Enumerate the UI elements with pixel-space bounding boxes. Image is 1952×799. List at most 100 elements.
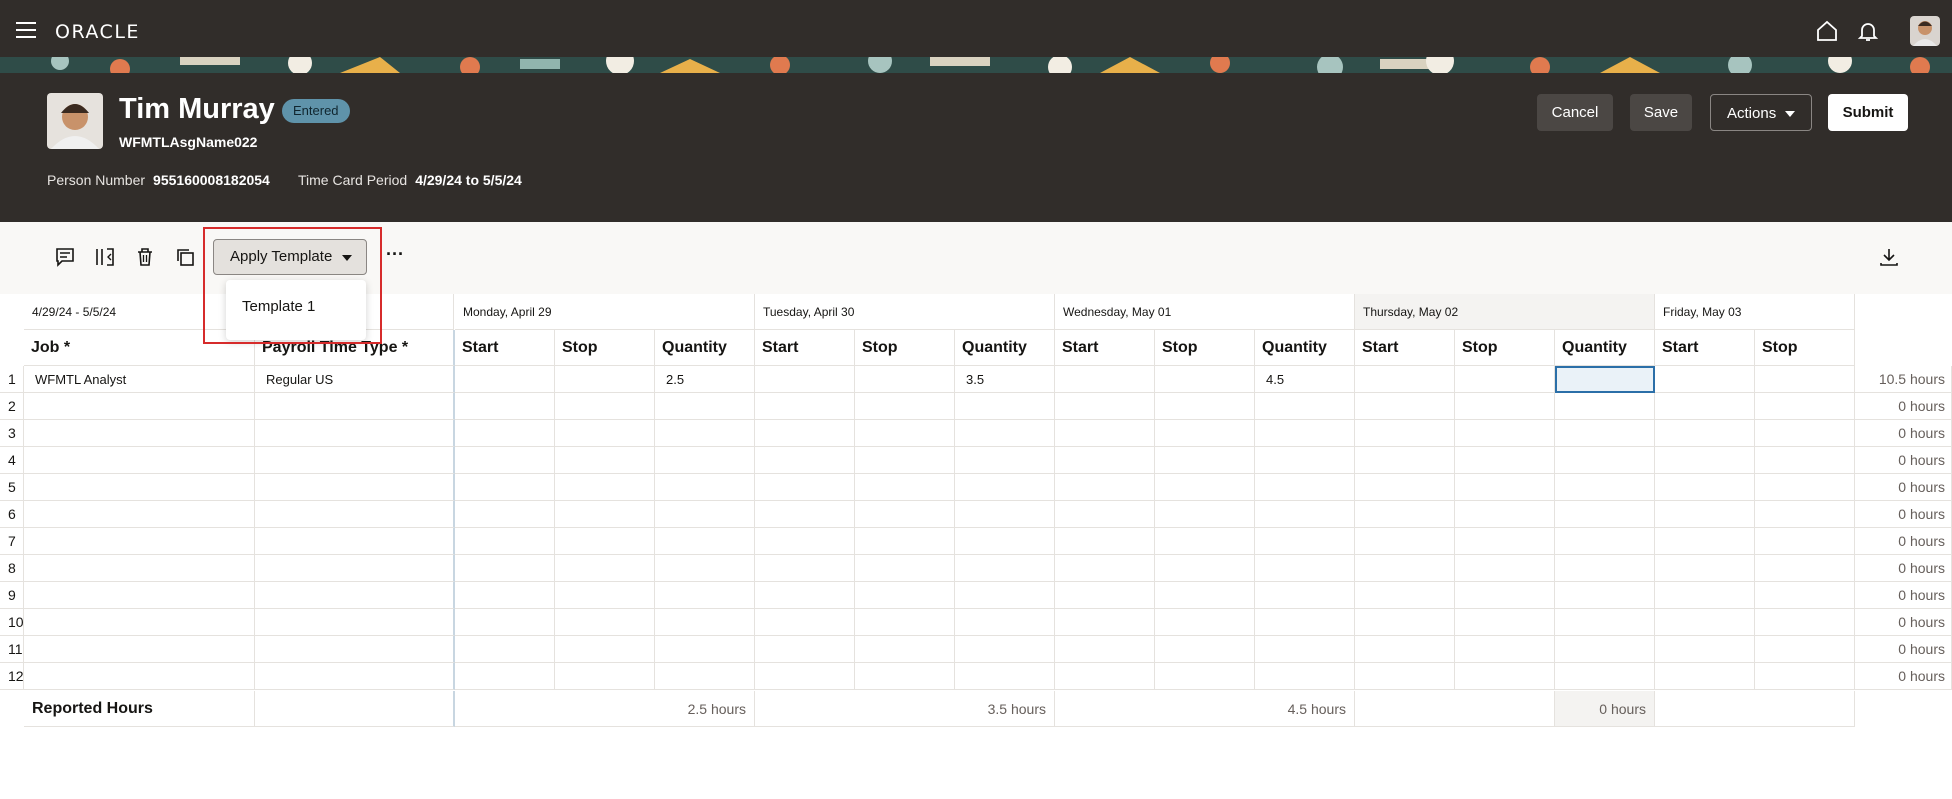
payroll-time-type-cell[interactable]	[255, 501, 455, 528]
job-cell[interactable]	[24, 609, 255, 636]
time-entry-cell[interactable]	[1755, 609, 1855, 636]
time-entry-cell[interactable]	[1055, 528, 1155, 555]
job-cell[interactable]	[24, 474, 255, 501]
time-entry-cell[interactable]	[1455, 663, 1555, 690]
quantity-cell[interactable]	[655, 501, 755, 528]
time-entry-cell[interactable]	[855, 420, 955, 447]
time-entry-cell[interactable]	[455, 609, 555, 636]
time-entry-cell[interactable]	[555, 555, 655, 582]
job-cell[interactable]	[24, 582, 255, 609]
time-entry-cell[interactable]	[755, 663, 855, 690]
quantity-cell[interactable]	[655, 528, 755, 555]
quantity-cell[interactable]	[655, 555, 755, 582]
quantity-cell[interactable]	[655, 609, 755, 636]
time-entry-cell[interactable]	[455, 474, 555, 501]
quantity-cell[interactable]	[655, 636, 755, 663]
more-options-icon[interactable]: ···	[383, 245, 407, 268]
time-entry-cell[interactable]	[555, 501, 655, 528]
quantity-cell[interactable]	[955, 474, 1055, 501]
time-entry-cell[interactable]	[555, 663, 655, 690]
time-entry-cell[interactable]	[1155, 474, 1255, 501]
time-entry-cell[interactable]	[555, 636, 655, 663]
quantity-cell[interactable]	[1555, 636, 1655, 663]
payroll-time-type-cell[interactable]	[255, 582, 455, 609]
time-entry-cell[interactable]	[1655, 366, 1755, 393]
time-entry-cell[interactable]	[1455, 366, 1555, 393]
time-entry-cell[interactable]	[1455, 420, 1555, 447]
time-entry-cell[interactable]	[1655, 609, 1755, 636]
time-entry-cell[interactable]	[855, 609, 955, 636]
payroll-time-type-cell[interactable]	[255, 447, 455, 474]
time-entry-cell[interactable]	[1355, 663, 1455, 690]
user-avatar[interactable]	[1910, 16, 1940, 46]
job-cell[interactable]	[24, 528, 255, 555]
template-menu-item[interactable]: Template 1	[242, 298, 315, 315]
quantity-cell[interactable]	[955, 528, 1055, 555]
time-entry-cell[interactable]	[855, 663, 955, 690]
time-entry-cell[interactable]	[1355, 528, 1455, 555]
quantity-cell[interactable]	[1555, 582, 1655, 609]
column-header-quantity[interactable]: Quantity	[1555, 330, 1655, 366]
column-header-start[interactable]: Start	[1055, 330, 1155, 366]
column-header-stop[interactable]: Stop	[1155, 330, 1255, 366]
time-entry-cell[interactable]	[855, 447, 955, 474]
quantity-cell[interactable]	[1555, 393, 1655, 420]
time-entry-cell[interactable]	[455, 528, 555, 555]
time-entry-cell[interactable]	[1355, 582, 1455, 609]
time-entry-cell[interactable]	[1355, 609, 1455, 636]
time-entry-cell[interactable]	[755, 555, 855, 582]
quantity-cell[interactable]	[1255, 420, 1355, 447]
column-header-quantity[interactable]: Quantity	[655, 330, 755, 366]
time-entry-cell[interactable]	[1055, 555, 1155, 582]
column-header-stop[interactable]: Stop	[1455, 330, 1555, 366]
time-entry-cell[interactable]	[1655, 447, 1755, 474]
payroll-time-type-cell[interactable]	[255, 555, 455, 582]
time-entry-cell[interactable]	[455, 501, 555, 528]
time-entry-cell[interactable]	[1655, 582, 1755, 609]
comment-icon[interactable]	[54, 246, 76, 268]
quantity-cell[interactable]	[1255, 555, 1355, 582]
time-entry-cell[interactable]	[1055, 474, 1155, 501]
time-entry-cell[interactable]	[1355, 393, 1455, 420]
quantity-cell[interactable]	[955, 636, 1055, 663]
time-entry-cell[interactable]	[1055, 393, 1155, 420]
time-entry-cell[interactable]	[755, 636, 855, 663]
time-entry-cell[interactable]	[855, 528, 955, 555]
time-entry-cell[interactable]	[1055, 447, 1155, 474]
quantity-cell[interactable]	[955, 420, 1055, 447]
quantity-cell[interactable]	[1555, 663, 1655, 690]
time-entry-cell[interactable]	[755, 420, 855, 447]
job-cell[interactable]	[24, 663, 255, 690]
time-entry-cell[interactable]	[1055, 582, 1155, 609]
time-entry-cell[interactable]	[1355, 474, 1455, 501]
time-entry-cell[interactable]	[1755, 447, 1855, 474]
job-cell[interactable]: WFMTL Analyst	[24, 366, 255, 393]
time-entry-cell[interactable]	[1655, 663, 1755, 690]
time-entry-cell[interactable]	[1155, 366, 1255, 393]
time-entry-cell[interactable]	[755, 501, 855, 528]
column-header-start[interactable]: Start	[1655, 330, 1755, 366]
payroll-time-type-cell[interactable]	[255, 393, 455, 420]
job-cell[interactable]	[24, 636, 255, 663]
hamburger-icon[interactable]	[16, 22, 38, 40]
quantity-cell[interactable]	[1255, 663, 1355, 690]
quantity-cell[interactable]: 2.5	[655, 366, 755, 393]
quantity-cell[interactable]	[1255, 447, 1355, 474]
time-entry-cell[interactable]	[1155, 528, 1255, 555]
time-entry-cell[interactable]	[1755, 636, 1855, 663]
time-entry-cell[interactable]	[1155, 447, 1255, 474]
time-entry-cell[interactable]	[855, 366, 955, 393]
quantity-cell[interactable]	[1555, 501, 1655, 528]
quantity-cell[interactable]: 4.5	[1255, 366, 1355, 393]
time-entry-cell[interactable]	[1655, 636, 1755, 663]
column-header-quantity[interactable]: Quantity	[1255, 330, 1355, 366]
time-entry-cell[interactable]	[555, 393, 655, 420]
time-entry-cell[interactable]	[1055, 501, 1155, 528]
quantity-cell[interactable]	[955, 393, 1055, 420]
time-entry-cell[interactable]	[1455, 528, 1555, 555]
time-entry-cell[interactable]	[455, 366, 555, 393]
quantity-cell[interactable]	[1555, 528, 1655, 555]
payroll-time-type-cell[interactable]	[255, 636, 455, 663]
time-entry-cell[interactable]	[455, 393, 555, 420]
time-entry-cell[interactable]	[455, 636, 555, 663]
